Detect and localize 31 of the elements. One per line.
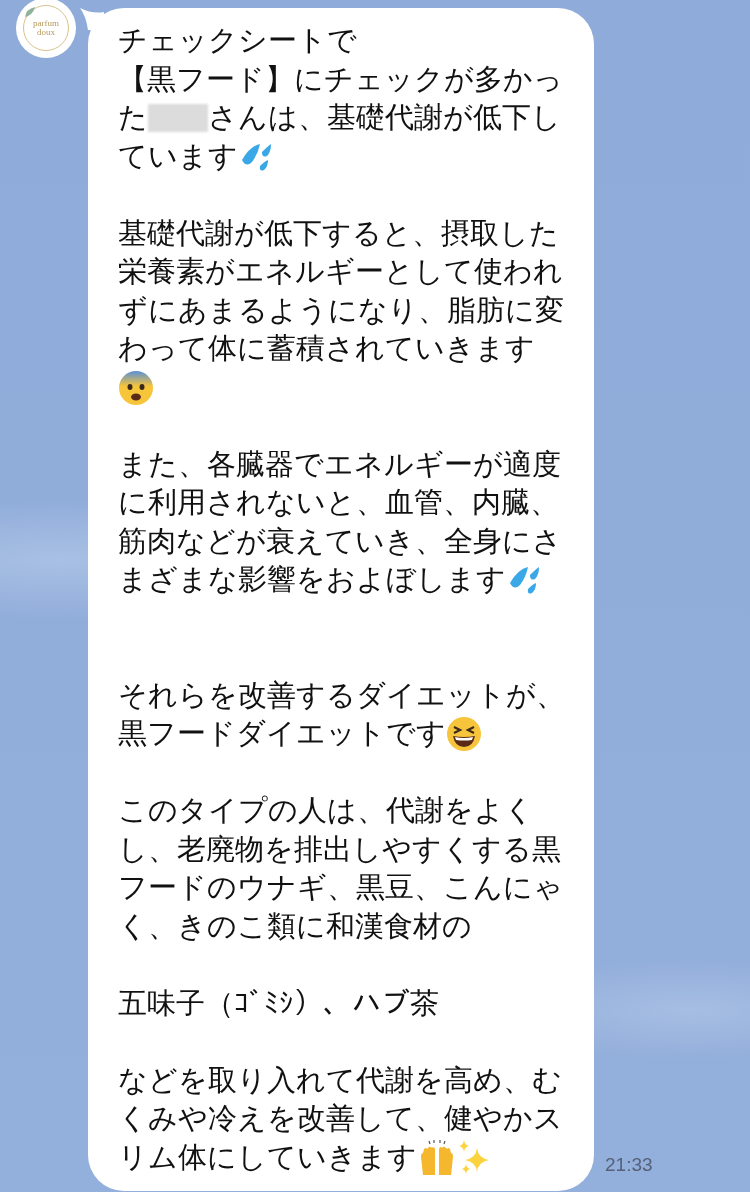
blurred-name — [148, 104, 208, 133]
message-time: 21:33 — [605, 1154, 653, 1176]
message-text: などを取り入れて代謝を高め、む — [118, 1062, 562, 1099]
message-text: フードのウナギ、黒豆、こんにゃ — [118, 870, 563, 907]
message-text: 基礎代謝が低下すると、摂取した — [118, 215, 559, 252]
message-text: くみや冷えを改善して、健やかス — [118, 1101, 563, 1138]
message-text: に利用されないと、血管、内臓、 — [118, 485, 559, 522]
message-text: それらを改善するダイエットが、 — [118, 677, 565, 714]
message-text: わって体に蓄積されていきます — [118, 331, 535, 368]
message-text: チェックシートで — [118, 23, 357, 60]
message-text: まざまな影響をおよぼします — [118, 562, 506, 599]
message-text: また、各臓器でエネルギーが適度 — [118, 446, 561, 483]
message-text: ずにあまるようになり、脂肪に変 — [118, 292, 564, 329]
sender-avatar[interactable]: parfum doux — [16, 0, 76, 58]
message-text: 五味子（ｺﾞﾐｼ）、ハブ茶 — [118, 985, 439, 1022]
message-text: 黒フードダイエットです — [118, 716, 446, 753]
message-text: た — [118, 100, 148, 137]
message-text: さんは、基礎代謝が低下し — [208, 100, 561, 137]
leaf-icon — [24, 6, 36, 18]
message-text: 【黒フード】にチェックが多かっ — [118, 61, 563, 98]
logo-text: doux — [37, 28, 55, 37]
laughing-face-icon — [446, 716, 482, 753]
message-text: 筋肉などが衰えていき、全身にさ — [118, 523, 562, 560]
message-text: このタイプの人は、代謝をよく — [118, 793, 534, 830]
message-text: し、老廃物を排出しやすくする黒 — [118, 831, 561, 868]
message-text: く、きのこ類に和漢食材の — [118, 908, 472, 945]
message-text: 栄養素がエネルギーとして使われ — [118, 254, 563, 291]
logo-text: parfum — [33, 19, 59, 28]
message-text: ています — [118, 138, 238, 175]
fearful-face-icon — [118, 369, 154, 406]
message-text: リム体にしていきます — [118, 1139, 417, 1176]
